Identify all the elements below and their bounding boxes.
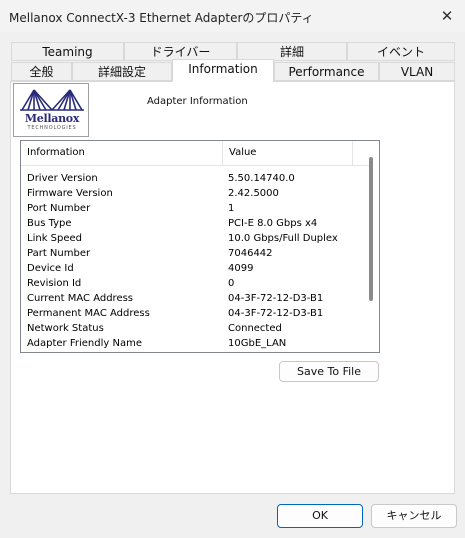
save-to-file-button[interactable]: Save To File [279, 361, 379, 382]
window-title: Mellanox ConnectX-3 Ethernet Adapterのプロパ… [9, 11, 314, 25]
info-name: Bus Type [27, 218, 72, 229]
table-row[interactable]: Firmware Version 2.42.5000 [21, 186, 366, 201]
info-name: Port Number [27, 203, 91, 214]
title-bar: Mellanox ConnectX-3 Ethernet Adapterのプロパ… [0, 0, 465, 32]
info-value: 7046442 [228, 248, 273, 259]
info-name: Permanent MAC Address [27, 308, 150, 319]
info-value: 0 [228, 278, 235, 289]
tab-events[interactable]: イベント [347, 42, 455, 61]
tab-vlan[interactable]: VLAN [379, 62, 455, 81]
adapter-info-list[interactable]: Information Value Driver Version 5.50.147… [20, 140, 380, 353]
info-value: 192.168.1.20 [228, 351, 295, 352]
info-name: IPv4 Address [27, 351, 91, 352]
table-row[interactable]: Device Id 4099 [21, 261, 366, 276]
info-name: Revision Id [27, 278, 82, 289]
column-header-information[interactable]: Information [21, 141, 223, 165]
list-scrollbar[interactable] [369, 157, 373, 301]
table-row[interactable]: Driver Version 5.50.14740.0 [21, 171, 366, 186]
logo-tagline: TECHNOLOGIES [27, 125, 77, 131]
info-name: Part Number [27, 248, 91, 259]
info-name: Device Id [27, 263, 74, 274]
table-row[interactable]: Adapter Friendly Name 10GbE_LAN [21, 336, 366, 351]
info-value: 10.0 Gbps/Full Duplex [228, 233, 338, 244]
info-value: 2.42.5000 [228, 188, 279, 199]
table-row[interactable]: Network Status Connected [21, 321, 366, 336]
column-header-value[interactable]: Value [223, 141, 353, 165]
logo-wordmark: Mellanox [24, 112, 80, 125]
section-title: Adapter Information [147, 96, 248, 107]
table-row[interactable]: Permanent MAC Address 04-3F-72-12-D3-B1 [21, 306, 366, 321]
tab-information[interactable]: Information [172, 59, 274, 82]
tab-general[interactable]: 全般 [11, 62, 72, 81]
info-name: Network Status [27, 323, 104, 334]
ok-button[interactable]: OK [277, 504, 363, 528]
close-icon[interactable]: ✕ [437, 6, 457, 26]
tab-advanced[interactable]: 詳細設定 [72, 62, 172, 81]
cancel-button[interactable]: キャンセル [371, 504, 457, 528]
table-row[interactable]: Port Number 1 [21, 201, 366, 216]
info-name: Firmware Version [27, 188, 113, 199]
info-value: 5.50.14740.0 [228, 173, 295, 184]
info-value: 1 [228, 203, 235, 214]
list-header: Information Value [21, 141, 373, 166]
table-row[interactable]: Part Number 7046442 [21, 246, 366, 261]
info-name: Driver Version [27, 173, 98, 184]
info-name: Link Speed [27, 233, 83, 244]
info-name: Adapter Friendly Name [27, 338, 142, 349]
info-name: Current MAC Address [27, 293, 134, 304]
info-value: 04-3F-72-12-D3-B1 [228, 293, 324, 304]
table-row[interactable]: Revision Id 0 [21, 276, 366, 291]
table-row[interactable]: Current MAC Address 04-3F-72-12-D3-B1 [21, 291, 366, 306]
table-row[interactable]: Bus Type PCI-E 8.0 Gbps x4 [21, 216, 366, 231]
table-row[interactable]: Link Speed 10.0 Gbps/Full Duplex [21, 231, 366, 246]
tab-performance[interactable]: Performance [274, 62, 379, 81]
table-row[interactable]: IPv4 Address 192.168.1.20 [21, 351, 366, 352]
info-value: Connected [228, 323, 282, 334]
info-value: PCI-E 8.0 Gbps x4 [228, 218, 318, 229]
tab-teaming[interactable]: Teaming [11, 42, 124, 61]
info-value: 04-3F-72-12-D3-B1 [228, 308, 324, 319]
info-value: 4099 [228, 263, 254, 274]
info-value: 10GbE_LAN [228, 338, 287, 349]
mellanox-logo: Mellanox TECHNOLOGIES [13, 83, 89, 137]
